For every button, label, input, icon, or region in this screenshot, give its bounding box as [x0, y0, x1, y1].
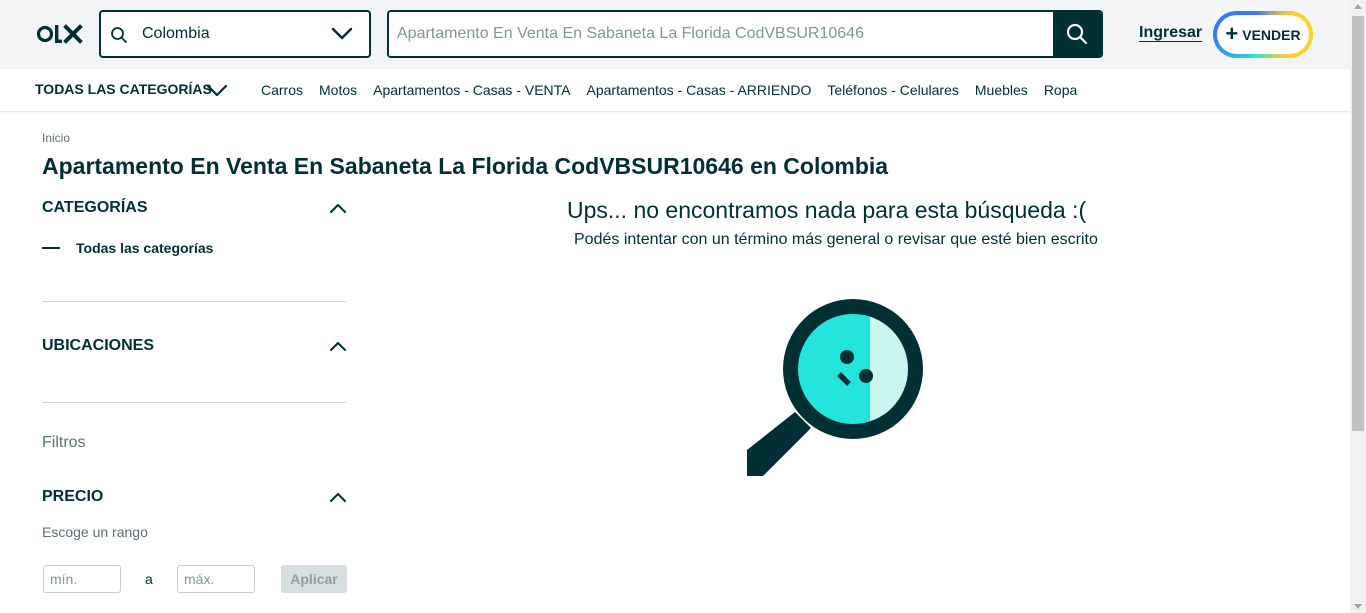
price-title: PRECIO	[42, 488, 104, 505]
sell-button-label: VENDER	[1242, 26, 1301, 43]
page-scrollbar[interactable]	[1350, 0, 1366, 613]
chevron-down-icon[interactable]	[206, 82, 228, 98]
price-min-input[interactable]	[43, 565, 121, 593]
filters-label: Filtros	[42, 434, 86, 451]
login-link[interactable]: Ingresar	[1139, 24, 1202, 42]
price-range-label: Escoge un rango	[42, 524, 148, 540]
magnifier-illustration-icon	[747, 299, 923, 476]
location-value: Colombia	[142, 25, 210, 42]
nav-link-telefonos[interactable]: Teléfonos - Celulares	[827, 82, 959, 98]
search-icon	[1066, 23, 1088, 45]
apply-price-button[interactable]: Aplicar	[281, 565, 347, 593]
chevron-up-icon[interactable]	[329, 491, 347, 503]
sell-button[interactable]: + VENDER	[1213, 11, 1313, 58]
range-separator: a	[145, 571, 153, 587]
location-selector[interactable]: Colombia	[99, 10, 371, 58]
chevron-down-icon[interactable]	[330, 24, 354, 44]
empty-results-title: Ups... no encontramos nada para esta bús…	[567, 197, 1087, 223]
search-input[interactable]	[389, 12, 1053, 56]
search-button[interactable]	[1053, 12, 1101, 56]
dash-icon	[42, 247, 60, 249]
category-nav: TODAS LAS CATEGORÍAS Carros Motos Aparta…	[0, 69, 1350, 112]
chevron-up-icon[interactable]	[329, 340, 347, 352]
scroll-down-arrow-icon[interactable]	[1354, 604, 1362, 609]
nav-link-carros[interactable]: Carros	[261, 82, 303, 98]
categories-title: CATEGORÍAS	[42, 199, 148, 216]
price-max-input[interactable]	[177, 565, 255, 593]
search-icon	[111, 27, 127, 43]
page-title: Apartamento En Venta En Sabaneta La Flor…	[42, 153, 889, 179]
nav-link-muebles[interactable]: Muebles	[975, 82, 1028, 98]
nav-link-ropa[interactable]: Ropa	[1044, 82, 1077, 98]
top-header: Colombia Ingresar + VENDER	[0, 0, 1350, 69]
nav-link-apartamentos-arriendo[interactable]: Apartamentos - Casas - ARRIENDO	[587, 82, 812, 98]
plus-icon: +	[1225, 20, 1239, 46]
nav-link-apartamentos-venta[interactable]: Apartamentos - Casas - VENTA	[373, 82, 570, 98]
category-item-label: Todas las categorías	[76, 240, 214, 256]
empty-results-subtitle: Podés intentar con un término más genera…	[574, 231, 1098, 248]
divider	[42, 402, 347, 403]
search-bar	[387, 10, 1103, 58]
scroll-up-arrow-icon[interactable]	[1354, 4, 1362, 9]
olx-logo[interactable]	[37, 22, 83, 46]
locations-title: UBICACIONES	[42, 337, 155, 354]
nav-link-motos[interactable]: Motos	[319, 82, 357, 98]
breadcrumb-home[interactable]: Inicio	[42, 131, 70, 145]
chevron-up-icon[interactable]	[329, 202, 347, 214]
category-item-all[interactable]: Todas las categorías	[42, 240, 213, 256]
scrollbar-thumb[interactable]	[1352, 16, 1364, 431]
divider	[42, 301, 347, 302]
all-categories-menu[interactable]: TODAS LAS CATEGORÍAS	[35, 81, 212, 97]
